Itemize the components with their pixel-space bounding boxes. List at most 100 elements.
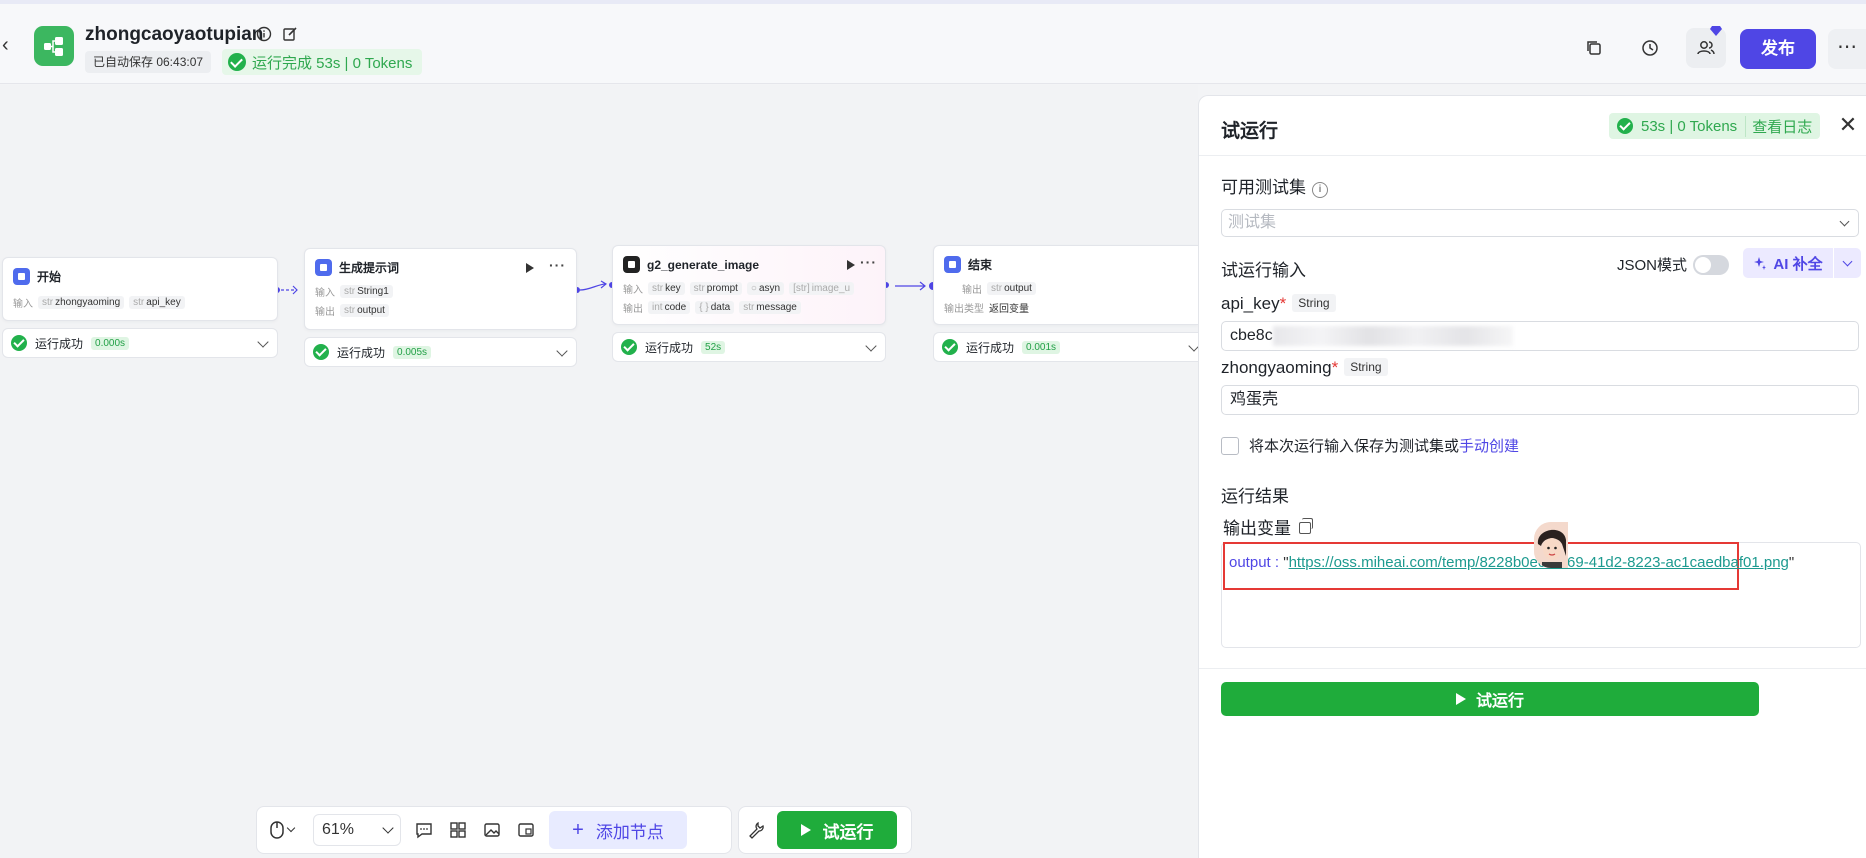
output-key: output — [1229, 554, 1271, 571]
output-var-label: 输出变量 — [1223, 514, 1313, 539]
output-tag: str output — [340, 304, 389, 317]
end-node[interactable]: 结束 输出 str output 输出类型 返回变量 — [933, 245, 1198, 325]
users-icon — [1697, 41, 1715, 55]
node-result-bar[interactable]: 运行成功 0.005s — [304, 337, 577, 367]
node-output-label: 输出 — [962, 285, 982, 296]
debug-tools-button[interactable] — [745, 819, 767, 841]
back-arrow-icon[interactable]: ‹ — [2, 34, 18, 56]
llm-node-icon — [315, 259, 332, 276]
divider — [1199, 155, 1866, 156]
play-icon[interactable] — [847, 260, 855, 270]
more-dots-icon[interactable]: ··· — [549, 257, 566, 273]
panel-status-time: 53s | 0 Tokens — [1641, 117, 1738, 135]
output-line: output : "https://oss.miheai.com/temp/82… — [1229, 554, 1795, 571]
json-mode-toggle[interactable] — [1693, 254, 1730, 275]
play-icon — [800, 824, 811, 836]
required-mark: * — [1279, 294, 1287, 313]
edit-icon[interactable] — [282, 26, 300, 44]
node-title: 结束 — [968, 258, 993, 272]
output-tag-label: output — [1004, 283, 1032, 294]
ai-complete-label: AI 补全 — [1773, 255, 1823, 273]
image-button[interactable] — [481, 819, 503, 841]
node-output-label: 输出 — [315, 307, 335, 318]
more-menu-button[interactable]: ⋯ — [1828, 29, 1866, 69]
node-title: 开始 — [37, 270, 62, 284]
node-time-badge: 0.000s — [91, 336, 130, 350]
run-result-label: 运行结果 — [1221, 487, 1289, 506]
play-icon — [1455, 693, 1466, 705]
manual-create-link[interactable]: 手动创建 — [1459, 438, 1519, 455]
chevron-down-icon — [286, 823, 296, 833]
minimap-button[interactable] — [515, 819, 537, 841]
run-toolbar: 试运行 — [738, 806, 912, 854]
autosave-label: 已自动保存 06:43:07 — [85, 51, 212, 73]
success-check-icon — [11, 335, 27, 351]
ai-complete-dropdown[interactable] — [1833, 248, 1861, 278]
layout-button[interactable] — [447, 819, 469, 841]
app-header: ‹ zhongcaoyaotupian 已自动保存 06:43:07 运行完成 … — [0, 4, 1866, 84]
history-button[interactable] — [1630, 28, 1670, 68]
prompt-node[interactable]: 生成提示词 ··· 输入 str String1 输出 str output — [304, 248, 577, 330]
input-tag-label: String1 — [357, 286, 389, 297]
add-node-label: 添加节点 — [595, 822, 664, 842]
run-input-label: 试运行输入 — [1221, 261, 1306, 280]
test-set-placeholder: 测试集 — [1228, 214, 1277, 231]
chevron-down-icon[interactable] — [257, 336, 269, 348]
add-node-button[interactable]: + 添加节点 — [549, 811, 687, 849]
save-test-set-checkbox[interactable] — [1221, 436, 1239, 455]
play-icon[interactable] — [526, 263, 534, 273]
chevron-down-icon[interactable] — [556, 345, 568, 357]
output-tag: { } data — [695, 301, 735, 314]
collaborators-button[interactable] — [1686, 26, 1726, 68]
success-check-icon — [942, 339, 958, 355]
zhongyaoming-input[interactable]: 鸡蛋壳 — [1221, 385, 1859, 415]
copy-workflow-button[interactable] — [1574, 28, 1614, 68]
field-type-tag: String — [1344, 358, 1388, 376]
view-log-link[interactable]: 查看日志 — [1745, 115, 1812, 137]
node-result-bar[interactable]: 运行成功 0.000s — [2, 328, 278, 358]
mouse-mode-button[interactable] — [263, 819, 301, 841]
publish-button[interactable]: 发布 — [1740, 29, 1816, 69]
wrench-icon — [749, 821, 764, 839]
generate-image-node[interactable]: g2_generate_image ··· 输入 str key str promp… — [612, 245, 886, 325]
input-tag: str String1 — [340, 285, 393, 298]
more-dots-icon[interactable]: ··· — [860, 254, 877, 270]
copy-icon[interactable] — [1299, 518, 1313, 534]
run-status-badge: 运行完成 53s | 0 Tokens — [222, 49, 423, 75]
success-check-icon — [621, 339, 637, 355]
workflow-canvas[interactable]: 开始 输入 str zhongyaoming str api_key 运行成功 0.… — [0, 85, 1200, 858]
node-output-type-label: 输出类型 — [944, 304, 984, 315]
input-tag-label: key — [665, 283, 681, 294]
chevron-down-icon[interactable] — [865, 340, 877, 352]
node-title: g2_generate_image — [647, 257, 760, 272]
start-node-icon — [13, 268, 30, 285]
divider — [1199, 668, 1866, 669]
test-run-button[interactable]: 试运行 — [777, 811, 897, 849]
node-output-type: 返回变量 — [989, 304, 1029, 315]
api-key-label: api_key* String — [1221, 294, 1336, 314]
node-result-bar[interactable]: 运行成功 0.001s — [933, 332, 1200, 362]
assistant-avatar[interactable] — [1534, 522, 1568, 568]
info-icon[interactable] — [256, 26, 274, 44]
grid-layout-icon — [450, 822, 466, 838]
chevron-down-icon — [382, 822, 394, 834]
info-icon[interactable]: i — [1312, 182, 1328, 198]
api-key-input[interactable]: cbe8c — [1221, 321, 1859, 351]
output-tag: str message — [739, 301, 801, 314]
input-tag: str api_key — [129, 296, 185, 309]
test-set-select[interactable]: 测试集 — [1221, 209, 1859, 237]
vip-diamond-icon — [1710, 26, 1722, 36]
comment-button[interactable] — [413, 819, 435, 841]
node-result-text: 运行成功 — [35, 336, 84, 351]
chevron-down-icon — [1839, 216, 1850, 227]
close-icon[interactable]: ✕ — [1837, 114, 1859, 136]
test-run-submit-button[interactable]: 试运行 — [1221, 682, 1759, 716]
zoom-select[interactable]: 61% — [313, 814, 401, 846]
ai-complete-button[interactable]: AI 补全 — [1743, 248, 1861, 278]
node-time-badge: 52s — [701, 340, 726, 354]
canvas-toolbar: 61% + 添加节点 — [256, 806, 732, 854]
required-mark: * — [1331, 358, 1339, 377]
start-node[interactable]: 开始 输入 str zhongyaoming str api_key — [2, 257, 278, 321]
output-tag: int code — [648, 301, 691, 314]
node-result-bar[interactable]: 运行成功 52s — [612, 332, 886, 362]
